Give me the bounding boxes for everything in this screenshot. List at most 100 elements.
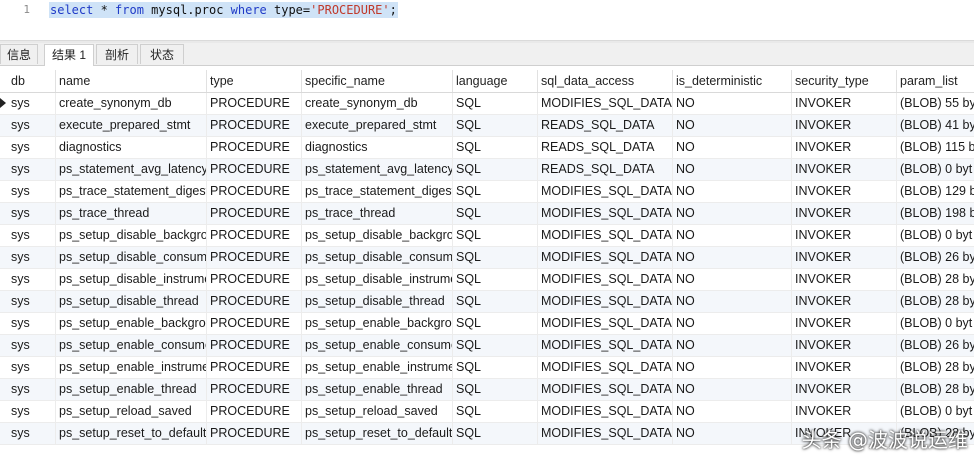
table-cell-name[interactable]: ps_statement_avg_latency (56, 159, 207, 180)
table-cell-param-list[interactable]: (BLOB) 129 b (897, 181, 974, 202)
table-cell-name[interactable]: ps_setup_enable_instrument (56, 357, 207, 378)
table-cell-security-type[interactable]: INVOKER (792, 357, 897, 378)
column-header-param-list[interactable]: param_list (897, 70, 974, 92)
table-cell-security-type[interactable]: INVOKER (792, 335, 897, 356)
table-cell-param-list[interactable]: (BLOB) 28 by (897, 357, 974, 378)
table-cell-specific-name[interactable]: ps_trace_thread (302, 203, 453, 224)
table-cell-language[interactable]: SQL (453, 313, 538, 334)
column-header-specific-name[interactable]: specific_name (302, 70, 453, 92)
table-cell-language[interactable]: SQL (453, 291, 538, 312)
table-cell-type[interactable]: PROCEDURE (207, 93, 302, 114)
table-cell-sql-data-access[interactable]: MODIFIES_SQL_DATA (538, 379, 673, 400)
table-row[interactable]: sysps_setup_enable_backgroundPROCEDUREps… (0, 313, 974, 335)
table-cell-db[interactable]: sys (8, 181, 56, 202)
table-cell-security-type[interactable]: INVOKER (792, 225, 897, 246)
table-cell-name[interactable]: create_synonym_db (56, 93, 207, 114)
table-cell-name[interactable]: ps_setup_disable_instrument (56, 269, 207, 290)
table-cell-security-type[interactable]: INVOKER (792, 137, 897, 158)
table-cell-security-type[interactable]: INVOKER (792, 401, 897, 422)
table-cell-is-deterministic[interactable]: NO (673, 401, 792, 422)
table-cell-specific-name[interactable]: ps_trace_statement_digest (302, 181, 453, 202)
table-cell-name[interactable]: ps_setup_enable_consumer (56, 335, 207, 356)
table-cell-param-list[interactable]: (BLOB) 0 byt (897, 225, 974, 246)
table-cell-db[interactable]: sys (8, 313, 56, 334)
table-row[interactable]: sys ps_setup_disable_consumer PROCEDURE ps_… (0, 247, 974, 269)
table-cell-sql-data-access[interactable]: READS_SQL_DATA (538, 137, 673, 158)
table-cell-type[interactable]: PROCEDURE (207, 357, 302, 378)
table-row[interactable]: sys ps_setup_enable_thread PROCEDURE ps_set… (0, 379, 974, 401)
table-cell-is-deterministic[interactable]: NO (673, 269, 792, 290)
table-cell-type[interactable]: PROCEDURE (207, 423, 302, 444)
table-cell-name[interactable]: ps_setup_enable_thread (56, 379, 207, 400)
table-cell-specific-name[interactable]: ps_setup_reset_to_default (302, 423, 453, 444)
table-cell-type[interactable]: PROCEDURE (207, 379, 302, 400)
table-cell-db[interactable]: sys (8, 137, 56, 158)
column-header-name[interactable]: name (56, 70, 207, 92)
table-cell-param-list[interactable]: (BLOB) 55 by (897, 93, 974, 114)
table-cell-param-list[interactable]: (BLOB) 115 b (897, 137, 974, 158)
table-cell-type[interactable]: PROCEDURE (207, 247, 302, 268)
table-cell-db[interactable]: sys (8, 401, 56, 422)
table-cell-security-type[interactable]: INVOKER (792, 93, 897, 114)
table-cell-language[interactable]: SQL (453, 357, 538, 378)
tab-info[interactable]: 信息 (0, 44, 38, 64)
tab-status[interactable]: 状态 (140, 44, 184, 64)
table-cell-db[interactable]: sys (8, 379, 56, 400)
table-cell-security-type[interactable]: INVOKER (792, 313, 897, 334)
table-cell-db[interactable]: sys (8, 357, 56, 378)
table-cell-db[interactable]: sys (8, 159, 56, 180)
table-row[interactable]: sys create_synonym_db PROCEDURE create_syno… (0, 93, 974, 115)
table-cell-specific-name[interactable]: create_synonym_db (302, 93, 453, 114)
table-cell-type[interactable]: PROCEDURE (207, 181, 302, 202)
table-row[interactable]: sys ps_trace_statement_digest PROCEDURE ps_… (0, 181, 974, 203)
table-cell-sql-data-access[interactable]: MODIFIES_SQL_DATA (538, 357, 673, 378)
table-cell-param-list[interactable]: (BLOB) 26 by (897, 335, 974, 356)
table-cell-type[interactable]: PROCEDURE (207, 159, 302, 180)
table-cell-is-deterministic[interactable]: NO (673, 203, 792, 224)
table-cell-param-list[interactable]: (BLOB) 28 by (897, 379, 974, 400)
table-cell-language[interactable]: SQL (453, 379, 538, 400)
table-cell-language[interactable]: SQL (453, 137, 538, 158)
table-cell-type[interactable]: PROCEDURE (207, 137, 302, 158)
table-cell-is-deterministic[interactable]: NO (673, 379, 792, 400)
table-cell-security-type[interactable]: INVOKER (792, 247, 897, 268)
table-cell-security-type[interactable]: INVOKER (792, 115, 897, 136)
table-cell-language[interactable]: SQL (453, 269, 538, 290)
column-header-db[interactable]: db (8, 70, 56, 92)
table-row[interactable]: sys ps_setup_enable_instrument PROCEDURE ps… (0, 357, 974, 379)
table-cell-db[interactable]: sys (8, 115, 56, 136)
table-cell-db[interactable]: sys (8, 247, 56, 268)
table-cell-language[interactable]: SQL (453, 247, 538, 268)
table-cell-db[interactable]: sys (8, 203, 56, 224)
table-cell-type[interactable]: PROCEDURE (207, 225, 302, 246)
table-cell-sql-data-access[interactable]: MODIFIES_SQL_DATA (538, 313, 673, 334)
sql-query[interactable]: select * from mysql.proc where type='PRO… (49, 2, 398, 18)
table-cell-specific-name[interactable]: ps_setup_reload_saved (302, 401, 453, 422)
table-cell-type[interactable]: PROCEDURE (207, 401, 302, 422)
table-cell-security-type[interactable]: INVOKER (792, 181, 897, 202)
table-cell-is-deterministic[interactable]: NO (673, 115, 792, 136)
column-header-security-type[interactable]: security_type (792, 70, 897, 92)
table-cell-param-list[interactable]: (BLOB) 28 by (897, 269, 974, 290)
table-cell-language[interactable]: SQL (453, 335, 538, 356)
table-row[interactable]: sys ps_setup_disable_instrument PROCEDURE p… (0, 269, 974, 291)
table-cell-language[interactable]: SQL (453, 401, 538, 422)
table-cell-is-deterministic[interactable]: NO (673, 247, 792, 268)
table-cell-name[interactable]: ps_setup_disable_thread (56, 291, 207, 312)
table-row[interactable]: sys ps_setup_disable_thread PROCEDURE ps_se… (0, 291, 974, 313)
table-cell-type[interactable]: PROCEDURE (207, 269, 302, 290)
table-cell-db[interactable]: sys (8, 225, 56, 246)
table-cell-param-list[interactable]: (BLOB) 28 by (897, 291, 974, 312)
table-row[interactable]: sysps_setup_disable_backgroundPROCEDUREp… (0, 225, 974, 247)
table-row[interactable]: sys execute_prepared_stmt PROCEDURE execute… (0, 115, 974, 137)
tab-profile[interactable]: 剖析 (96, 44, 138, 64)
result-grid[interactable]: db name type specific_name language sql_data_… (0, 66, 974, 457)
table-cell-sql-data-access[interactable]: MODIFIES_SQL_DATA (538, 247, 673, 268)
table-cell-name[interactable]: ps_setup_disable_consumer (56, 247, 207, 268)
table-cell-security-type[interactable]: INVOKER (792, 379, 897, 400)
table-cell-sql-data-access[interactable]: READS_SQL_DATA (538, 115, 673, 136)
table-cell-security-type[interactable]: INVOKER (792, 269, 897, 290)
table-cell-language[interactable]: SQL (453, 115, 538, 136)
table-cell-sql-data-access[interactable]: MODIFIES_SQL_DATA (538, 423, 673, 444)
table-cell-security-type[interactable]: INVOKER (792, 159, 897, 180)
